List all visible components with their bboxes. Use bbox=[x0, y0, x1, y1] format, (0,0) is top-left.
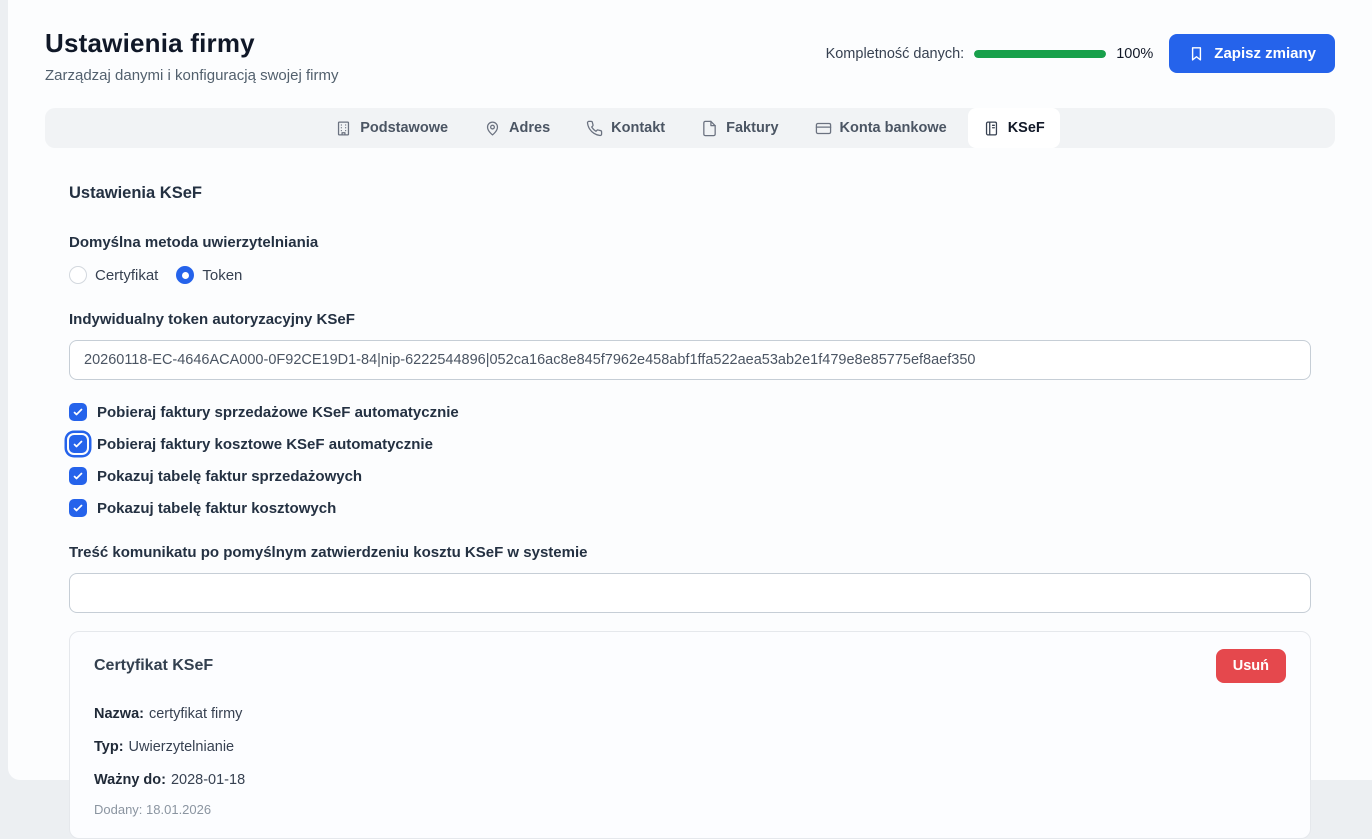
page-heading-block: Ustawienia firmy Zarządzaj danymi i konf… bbox=[45, 28, 338, 84]
auth-method-label: Domyślna metoda uwierzytelniania bbox=[69, 234, 1311, 251]
main-panel: Ustawienia firmy Zarządzaj danymi i konf… bbox=[8, 0, 1372, 780]
page-subtitle: Zarządzaj danymi i konfiguracją swojej f… bbox=[45, 67, 338, 84]
tab-faktury[interactable]: Faktury bbox=[686, 108, 793, 148]
field-label: Nazwa: bbox=[94, 706, 144, 722]
tab-label: Adres bbox=[509, 120, 550, 136]
token-label: Indywidualny token autoryzacyjny KSeF bbox=[69, 311, 1311, 328]
completeness-value: 100% bbox=[1116, 46, 1153, 62]
tab-label: Kontakt bbox=[611, 120, 665, 136]
tab-label: Podstawowe bbox=[360, 120, 448, 136]
checkbox-checked-icon bbox=[69, 467, 87, 485]
phone-icon bbox=[586, 120, 603, 137]
tab-kontakt[interactable]: Kontakt bbox=[571, 108, 680, 148]
ledger-icon bbox=[983, 120, 1000, 137]
certificate-name-line: Nazwa: certyfikat firmy bbox=[94, 703, 1286, 726]
radio-circle-icon bbox=[69, 266, 87, 284]
completeness-progress-bar bbox=[974, 50, 1106, 58]
checkbox-label: Pobieraj faktury kosztowe KSeF automatyc… bbox=[97, 436, 433, 453]
checkbox-checked-icon bbox=[69, 499, 87, 517]
tab-label: Faktury bbox=[726, 120, 778, 136]
building-icon bbox=[335, 120, 352, 137]
credit-card-icon bbox=[815, 120, 832, 137]
ksef-settings-section: Ustawienia KSeF Domyślna metoda uwierzyt… bbox=[45, 184, 1335, 839]
progress-fill bbox=[974, 50, 1106, 58]
radio-circle-checked-icon bbox=[176, 266, 194, 284]
header-actions: Kompletność danych: 100% Zapisz zmiany bbox=[826, 34, 1335, 73]
tab-podstawowe[interactable]: Podstawowe bbox=[320, 108, 463, 148]
token-input[interactable] bbox=[69, 340, 1311, 380]
checkbox-pobieraj-sprzedazowe[interactable]: Pobieraj faktury sprzedażowe KSeF automa… bbox=[69, 403, 1311, 421]
certificate-title: Certyfikat KSeF bbox=[94, 657, 213, 675]
auth-method-options: Certyfikat Token bbox=[69, 266, 1311, 284]
checkbox-label: Pokazuj tabelę faktur kosztowych bbox=[97, 500, 336, 517]
tab-konta-bankowe[interactable]: Konta bankowe bbox=[800, 108, 962, 148]
field-label: Typ: bbox=[94, 739, 124, 755]
tab-bar: Podstawowe Adres Kontakt Faktury Konta b… bbox=[45, 108, 1335, 148]
tab-label: KSeF bbox=[1008, 120, 1045, 136]
checkbox-checked-icon bbox=[69, 403, 87, 421]
checkbox-pobieraj-kosztowe[interactable]: Pobieraj faktury kosztowe KSeF automatyc… bbox=[69, 435, 1311, 453]
message-input[interactable] bbox=[69, 573, 1311, 613]
completeness-label: Kompletność danych: bbox=[826, 46, 965, 62]
message-label: Treść komunikatu po pomyślnym zatwierdze… bbox=[69, 544, 1311, 561]
map-pin-icon bbox=[484, 120, 501, 137]
certificate-fields: Nazwa: certyfikat firmy Typ: Uwierzytelnia… bbox=[94, 703, 1286, 793]
tab-ksef[interactable]: KSeF bbox=[968, 108, 1060, 148]
save-changes-label: Zapisz zmiany bbox=[1214, 45, 1316, 62]
field-label: Ważny do: bbox=[94, 772, 166, 788]
tab-adres[interactable]: Adres bbox=[469, 108, 565, 148]
ksef-checkbox-list: Pobieraj faktury sprzedażowe KSeF automa… bbox=[69, 403, 1311, 517]
bookmark-icon bbox=[1188, 45, 1205, 62]
certificate-valid-until-line: Ważny do: 2028-01-18 bbox=[94, 769, 1286, 792]
radio-label: Certyfikat bbox=[95, 267, 158, 284]
section-title: Ustawienia KSeF bbox=[69, 184, 1311, 203]
delete-certificate-button[interactable]: Usuń bbox=[1216, 649, 1286, 683]
checkbox-checked-focused-icon bbox=[69, 435, 87, 453]
radio-certyfikat[interactable]: Certyfikat bbox=[69, 266, 158, 284]
certificate-type-line: Typ: Uwierzytelnianie bbox=[94, 736, 1286, 759]
certificate-card: Certyfikat KSeF Usuń Nazwa: certyfikat fi… bbox=[69, 631, 1311, 839]
field-value: 2028-01-18 bbox=[171, 772, 245, 788]
radio-token[interactable]: Token bbox=[176, 266, 242, 284]
radio-label: Token bbox=[202, 267, 242, 284]
page-title: Ustawienia firmy bbox=[45, 28, 338, 59]
document-icon bbox=[701, 120, 718, 137]
checkbox-label: Pokazuj tabelę faktur sprzedażowych bbox=[97, 468, 362, 485]
certificate-added-date: Dodany: 18.01.2026 bbox=[94, 802, 1286, 817]
certificate-card-header: Certyfikat KSeF Usuń bbox=[94, 649, 1286, 683]
page-header: Ustawienia firmy Zarządzaj danymi i konf… bbox=[45, 0, 1335, 84]
field-value: Uwierzytelnianie bbox=[129, 739, 235, 755]
save-changes-button[interactable]: Zapisz zmiany bbox=[1169, 34, 1335, 73]
field-value: certyfikat firmy bbox=[149, 706, 242, 722]
checkbox-pokazuj-kosztowych[interactable]: Pokazuj tabelę faktur kosztowych bbox=[69, 499, 1311, 517]
tab-label: Konta bankowe bbox=[840, 120, 947, 136]
checkbox-label: Pobieraj faktury sprzedażowe KSeF automa… bbox=[97, 404, 459, 421]
checkbox-pokazuj-sprzedazowych[interactable]: Pokazuj tabelę faktur sprzedażowych bbox=[69, 467, 1311, 485]
